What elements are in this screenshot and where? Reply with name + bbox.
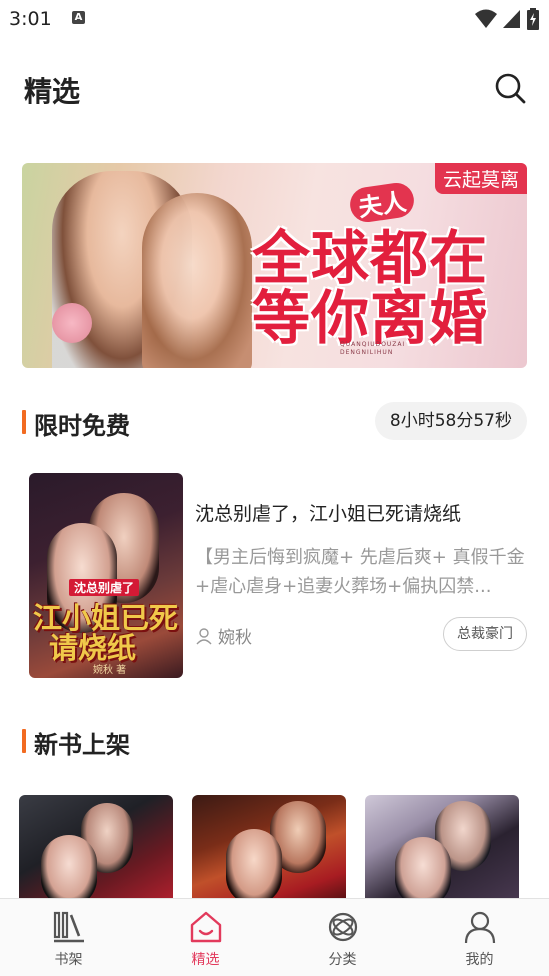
new-book-cover[interactable]	[192, 795, 346, 905]
page-title: 精选	[24, 75, 81, 108]
featured-banner[interactable]: 云起莫离 夫人 全球都在 等你离婚 QUANQIUDOUZAI DENGNILI…	[22, 163, 527, 368]
limited-free-header: 限时免费 8小时58分57秒	[22, 402, 527, 442]
section-accent-bar	[22, 410, 26, 434]
search-button[interactable]	[492, 70, 528, 106]
book-author-name: 婉秋	[218, 628, 252, 648]
new-books-list	[19, 795, 529, 905]
wifi-icon	[475, 9, 497, 28]
new-book-cover[interactable]	[19, 795, 173, 905]
search-icon	[495, 73, 526, 104]
status-icons	[475, 8, 539, 30]
tab-profile[interactable]: 我的	[411, 899, 548, 976]
book-title[interactable]: 沈总别虐了，江小姐已死请烧纸	[195, 499, 461, 526]
battery-icon	[527, 8, 539, 30]
notification-icon: A	[72, 11, 85, 24]
header: 精选	[0, 60, 549, 116]
new-book-cover[interactable]	[365, 795, 519, 905]
section-title-limited-free: 限时免费	[34, 412, 130, 440]
section-title-new-books: 新书上架	[34, 731, 130, 759]
cover-author: 婉秋 著	[93, 665, 127, 676]
book-author: 婉秋	[195, 623, 252, 648]
tab-label: 我的	[465, 952, 494, 968]
book-category-tag[interactable]: 总裁豪门	[443, 617, 527, 651]
tab-label: 书架	[54, 952, 83, 968]
tab-featured[interactable]: 精选	[137, 899, 274, 976]
status-bar: 3:01 A	[0, 0, 549, 38]
book-cover[interactable]: 沈总别虐了 江小姐已死 请烧纸 婉秋 著	[29, 473, 183, 678]
countdown-timer: 8小时58分57秒	[374, 402, 527, 440]
cover-subtitle: 沈总别虐了	[69, 579, 140, 596]
banner-author-tag: 云起莫离	[434, 163, 527, 194]
cover-art	[395, 837, 451, 905]
new-books-header: 新书上架	[22, 721, 527, 761]
category-icon	[328, 912, 357, 942]
status-time: 3:01	[9, 8, 52, 30]
tab-bookshelf[interactable]: 书架	[0, 899, 137, 976]
home-icon	[190, 911, 221, 943]
tab-label: 精选	[191, 952, 220, 968]
signal-icon	[503, 10, 520, 28]
section-accent-bar	[22, 729, 26, 753]
book-card[interactable]: 沈总别虐了 江小姐已死 请烧纸 婉秋 著 沈总别虐了，江小姐已死请烧纸 【男主后…	[29, 473, 527, 678]
rose-decoration	[52, 303, 92, 343]
banner-pinyin: QUANQIUDOUZAI DENGNILIHUN	[340, 341, 406, 356]
banner-art-woman	[142, 193, 252, 368]
tab-category[interactable]: 分类	[274, 899, 411, 976]
cover-art	[41, 835, 97, 905]
bookshelf-icon	[53, 911, 84, 943]
profile-icon	[464, 911, 495, 944]
user-icon	[196, 627, 212, 644]
tab-label: 分类	[328, 952, 357, 968]
cover-art	[226, 829, 282, 905]
book-description: 【男主后悔到疯魔+ 先虐后爽+ 真假千金+虐心虐身+追妻火葬场+偏执囚禁...	[195, 547, 525, 597]
bottom-tab-bar: 书架 精选 分类 我的	[0, 898, 549, 976]
